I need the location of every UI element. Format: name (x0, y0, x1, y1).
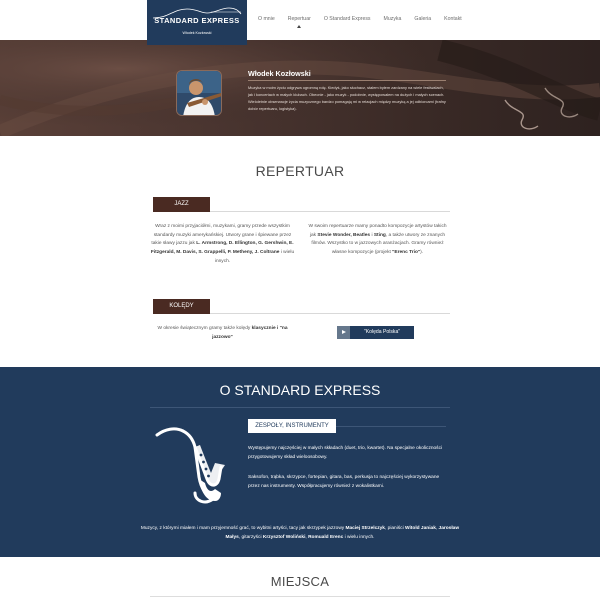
nav-item-o-mnie[interactable]: O mnie (258, 16, 275, 22)
standard-express-section: O STANDARD EXPRESS ZESPOŁY, INSTRUMENTY … (0, 367, 600, 557)
standard-express-title: O STANDARD EXPRESS (219, 382, 381, 398)
main-menu: O mnie Repertuar O Standard Express Muzy… (258, 16, 475, 28)
active-caret-icon (296, 25, 301, 28)
tab-jazz[interactable]: JAZZ (153, 197, 210, 212)
jazz-right-post: ). (420, 250, 424, 256)
zespoly-paragraph-2: Saksofon, trąbka, skrzypce, fortepian, g… (248, 475, 440, 489)
nav-item-muzyka[interactable]: Muzyka (384, 16, 402, 22)
nav-item-repertuar-label: Repertuar (287, 16, 311, 22)
hero-bio: Muzyka w moim życiu odgrywa ogromną rolę… (248, 85, 446, 111)
musicians-paragraph: Muzycy, z którymi miałem i mam przyjemno… (140, 525, 460, 542)
musician-1: Maciej Strzelczyk (345, 526, 385, 531)
saxophone-icon (155, 427, 225, 504)
zespoly-paragraph-1: Występujemy najczęściej w małych składac… (248, 446, 443, 460)
zespoly-tab-rule (336, 426, 446, 427)
musicians-text-4: , gitarzyści (238, 534, 263, 540)
musicians-text-1: Muzycy, z którymi miałem i mam przyjemno… (140, 526, 346, 531)
koledy-text: W okresie świątecznym gramy także kolędy… (150, 325, 295, 342)
nav-item-kontakt[interactable]: Kontakt (444, 16, 462, 22)
jazz-tab-underline (153, 211, 210, 212)
play-kolenda-polska-button[interactable]: "Kolęda Polska" (337, 326, 414, 339)
logo-subtitle: Włodek Kozłowski (182, 31, 212, 35)
nav-item-galeria[interactable]: Galeria (414, 16, 431, 22)
site-logo[interactable]: STANDARD EXPRESS Włodek Kozłowski (147, 0, 247, 45)
musician-5: Romuald Erenc (308, 534, 344, 540)
musician-4: Krzysztof Woliński (262, 534, 306, 540)
standard-express-divider (150, 407, 450, 408)
repertuar-title: REPERTUAR (255, 163, 345, 179)
tab-zespoly-instrumenty[interactable]: ZESPOŁY, INSTRUMENTY (248, 419, 336, 433)
jazz-left-text: Wraz z moimi przyjaciółmi, muzykami, gra… (150, 223, 295, 267)
jazz-right-artists-1: Stevie Wonder, Beatles (317, 232, 371, 238)
koledy-tab-rule (210, 313, 450, 314)
jazz-right-project: "Erenc Trio" (392, 250, 421, 256)
logo-title: STANDARD EXPRESS (154, 16, 240, 25)
top-navigation: STANDARD EXPRESS Włodek Kozłowski O mnie… (0, 0, 600, 45)
play-button-label: "Kolęda Polska" (363, 329, 401, 335)
hero-name: Włodek Kozłowski (248, 69, 311, 78)
hero-banner: Włodek Kozłowski Muzyka w moim życiu odg… (0, 40, 600, 136)
miejsca-divider (150, 596, 450, 597)
musicians-text-6: i wielu innych. (343, 534, 375, 540)
koledy-tab-underline (153, 313, 210, 314)
jazz-tab-rule (210, 211, 450, 212)
hero-divider (248, 80, 446, 81)
musicians-text-2: , pianiści (384, 526, 405, 531)
miejsca-title: MIEJSCA (270, 574, 330, 589)
profile-photo (176, 70, 222, 116)
play-icon (337, 326, 350, 339)
jazz-right-text: W swoim repertuarze mamy ponadto kompozy… (305, 223, 450, 258)
koledy-pre: W okresie świątecznym gramy także kolędy (157, 326, 252, 331)
tab-koledy[interactable]: KOLĘDY (153, 299, 210, 314)
nav-item-o-standard-express[interactable]: O Standard Express (324, 16, 371, 22)
musician-2: Witold Janiak (404, 526, 436, 531)
nav-item-repertuar[interactable]: Repertuar (287, 16, 311, 28)
jazz-right-artists-2: Sting (373, 232, 386, 238)
